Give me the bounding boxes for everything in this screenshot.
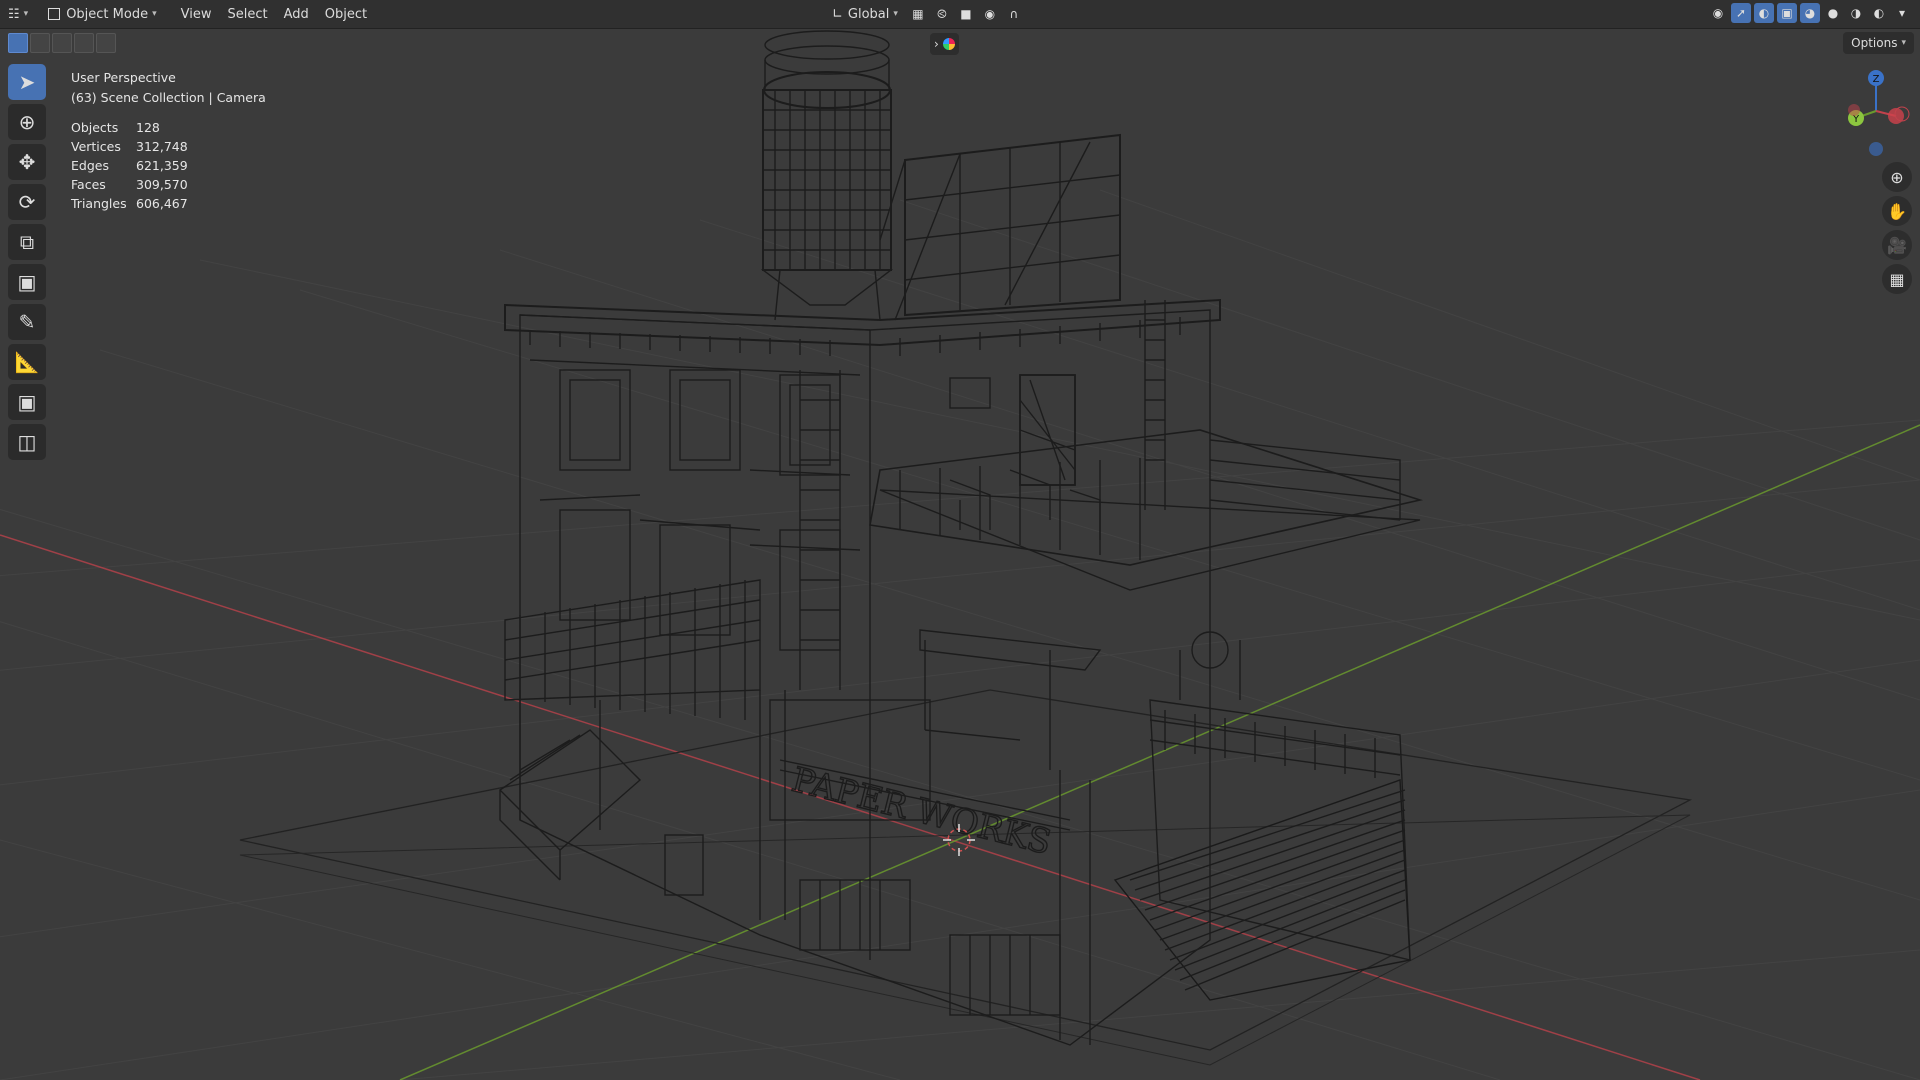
overlay-toggle-icon[interactable]: ◐ <box>1754 3 1774 23</box>
stat-row: Triangles 606,467 <box>71 194 188 213</box>
scale-icon[interactable]: ⧉ <box>8 224 46 260</box>
cursor-icon[interactable]: ⊕ <box>8 104 46 140</box>
move-icon[interactable]: ✥ <box>8 144 46 180</box>
transform-icon[interactable]: ▣ <box>8 264 46 300</box>
shading-wireframe-icon[interactable]: ◕ <box>1800 3 1820 23</box>
stat-row: Objects 128 <box>71 118 188 137</box>
viewport-header: ☷ ▾ Object Mode ▾ View Select Add Object … <box>0 0 1920 29</box>
select-extend-icon[interactable] <box>30 33 50 53</box>
stat-label: Edges <box>71 158 109 173</box>
xray-toggle-icon[interactable]: ▣ <box>1777 3 1797 23</box>
options-dropdown[interactable]: Options ▾ <box>1843 32 1914 54</box>
stat-label: Vertices <box>71 139 121 154</box>
rotate-icon[interactable]: ⟳ <box>8 184 46 220</box>
falloff-icon[interactable]: ∩ <box>1004 4 1024 24</box>
menu-add[interactable]: Add <box>276 3 317 25</box>
stat-row: Faces 309,570 <box>71 175 188 194</box>
stat-value: 606,467 <box>136 196 188 211</box>
menu-select[interactable]: Select <box>219 3 275 25</box>
stat-row: Edges 621,359 <box>71 156 188 175</box>
shading-solid-icon[interactable]: ● <box>1823 3 1843 23</box>
collection-label: (63) Scene Collection | Camera <box>71 90 266 105</box>
zoom-icon[interactable]: ⊕ <box>1882 162 1912 192</box>
gizmo-toggle-icon[interactable]: ➚ <box>1731 3 1751 23</box>
stat-value: 621,359 <box>136 158 188 173</box>
select-box-icon[interactable]: ➤ <box>8 64 46 100</box>
transform-tools: ∟ Global ▾ ▦ ⧀ ■ ◉ ∩ <box>824 3 1024 25</box>
orientation-dropdown[interactable]: ∟ Global ▾ <box>826 3 904 25</box>
orientation-label: Global <box>847 6 890 22</box>
gizmo-z-label: Z <box>1873 74 1880 85</box>
stat-value: 309,570 <box>136 177 188 192</box>
editor-type-button[interactable]: ☷ ▾ <box>2 3 34 25</box>
shading-dropdown[interactable]: ▾ <box>1892 3 1912 23</box>
menu-view[interactable]: View <box>173 3 220 25</box>
menu-object[interactable]: Object <box>317 3 375 25</box>
shading-rendered-icon[interactable]: ◐ <box>1869 3 1889 23</box>
stat-label: Triangles <box>71 196 127 211</box>
shading-material-icon[interactable]: ◑ <box>1846 3 1866 23</box>
ortho-toggle-icon[interactable]: ▦ <box>1882 264 1912 294</box>
stat-label: Faces <box>71 177 106 192</box>
chevron-down-icon: ▾ <box>1901 38 1906 48</box>
mode-dropdown[interactable]: Object Mode ▾ <box>42 3 162 25</box>
stat-row: Vertices 312,748 <box>71 137 188 156</box>
object-mode-icon <box>48 8 61 20</box>
add-object-icon[interactable]: ◫ <box>8 424 46 460</box>
annotate-icon[interactable]: ✎ <box>8 304 46 340</box>
color-wheel-icon <box>942 38 955 50</box>
editor-type-icon: ☷ <box>8 6 20 22</box>
selection-mode-buttons <box>8 33 116 53</box>
stat-value: 312,748 <box>136 139 188 154</box>
3d-viewport[interactable]: PAPER WORKS <box>0 29 1920 1080</box>
pivot-icon[interactable]: ▦ <box>908 4 928 24</box>
stat-value: 128 <box>136 120 160 135</box>
select-new-icon[interactable] <box>8 33 28 53</box>
orientation-icon: ∟ <box>832 6 843 22</box>
chevron-down-icon: ▾ <box>152 9 157 19</box>
snap-target-icon[interactable]: ■ <box>956 4 976 24</box>
snap-icon[interactable]: ⧀ <box>932 4 952 24</box>
select-invert-icon[interactable] <box>74 33 94 53</box>
viewport-info: User Perspective (63) Scene Collection |… <box>71 68 266 108</box>
visibility-icon[interactable]: ◉ <box>1708 3 1728 23</box>
add-cube-icon[interactable]: ▣ <box>8 384 46 420</box>
select-intersect-icon[interactable] <box>96 33 116 53</box>
scene-statistics: Objects 128 Vertices 312,748 Edges 621,359 … <box>71 118 188 213</box>
proportional-edit-icon[interactable]: ◉ <box>980 4 1000 24</box>
mode-label: Object Mode <box>66 6 149 22</box>
region-expander[interactable]: › <box>930 33 959 55</box>
perspective-label: User Perspective <box>71 70 176 85</box>
chevron-right-icon: › <box>934 37 939 51</box>
chevron-down-icon: ▾ <box>893 9 898 19</box>
stat-label: Objects <box>71 120 119 135</box>
navigation-gizmo[interactable]: Z Y <box>1826 66 1916 166</box>
display-tools: ◉ ➚ ◐ ▣ ◕ ● ◑ ◐ ▾ <box>1708 3 1912 23</box>
pan-hand-icon[interactable]: ✋ <box>1882 196 1912 226</box>
measure-icon[interactable]: 📐 <box>8 344 46 380</box>
select-subtract-icon[interactable] <box>52 33 72 53</box>
tool-shelf: ➤ ⊕ ✥ ⟳ ⧉ ▣ ✎ 📐 ▣ ◫ <box>8 64 46 460</box>
camera-view-icon[interactable]: 🎥 <box>1882 230 1912 260</box>
options-label: Options <box>1851 36 1898 50</box>
